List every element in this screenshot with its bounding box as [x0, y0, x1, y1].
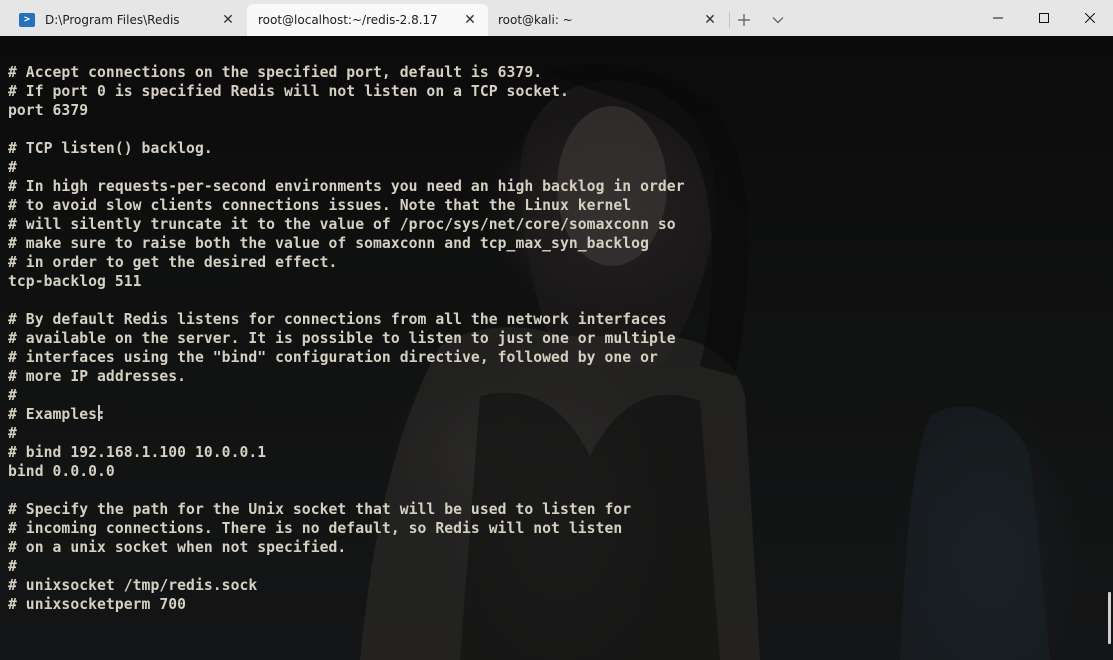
terminal-line: # incoming connections. There is no defa…	[8, 520, 623, 537]
close-tab-icon[interactable]: ✕	[702, 12, 718, 28]
close-tab-icon[interactable]: ✕	[220, 12, 236, 28]
plus-icon	[738, 14, 750, 26]
tab-kali[interactable]: root@kali: ~ ✕	[488, 4, 728, 36]
chevron-down-icon	[772, 17, 784, 24]
tab-dropdown-button[interactable]	[764, 8, 792, 32]
terminal-line: # unixsocketperm 700	[8, 596, 187, 613]
close-tab-icon[interactable]: ✕	[462, 12, 478, 28]
terminal-line: # Accept connections on the specified po…	[8, 64, 543, 81]
terminal-line: # bind 192.168.1.100 10.0.0.1	[8, 444, 267, 461]
terminal-line: #	[8, 558, 17, 575]
terminal-line: # By default Redis listens for connectio…	[8, 311, 667, 328]
close-icon	[1085, 13, 1095, 23]
terminal-line: # unixsocket /tmp/redis.sock	[8, 577, 258, 594]
terminal-line: # will silently truncate it to the value…	[8, 216, 676, 233]
tab-label: root@localhost:~/redis-2.8.17	[258, 13, 438, 27]
tab-powershell-redis[interactable]: > D:\Program Files\Redis ✕	[0, 4, 246, 36]
terminal-line: #	[8, 425, 17, 442]
terminal-line: port 6379	[8, 102, 89, 119]
terminal-output: # Accept connections on the specified po…	[8, 63, 685, 614]
close-window-button[interactable]	[1067, 0, 1113, 36]
maximize-button[interactable]	[1021, 0, 1067, 36]
new-tab-button[interactable]	[730, 8, 758, 32]
terminal-line: bind 0.0.0.0	[8, 463, 115, 480]
tab-label: root@kali: ~	[498, 13, 573, 27]
scrollbar[interactable]	[1108, 592, 1111, 644]
minimize-button[interactable]	[975, 0, 1021, 36]
terminal-line: # to avoid slow clients connections issu…	[8, 197, 632, 214]
text-cursor	[98, 405, 100, 421]
tab-label: D:\Program Files\Redis	[45, 13, 180, 27]
tab-bar: > D:\Program Files\Redis ✕ root@localhos…	[0, 0, 1113, 36]
terminal-line: # in order to get the desired effect.	[8, 254, 338, 271]
terminal-line: # Examples:	[8, 406, 106, 423]
terminal-pane[interactable]: # Accept connections on the specified po…	[0, 36, 1113, 660]
terminal-line: # more IP addresses.	[8, 368, 187, 385]
terminal-line: tcp-backlog 511	[8, 273, 142, 290]
terminal-line: # available on the server. It is possibl…	[8, 330, 676, 347]
terminal-line: #	[8, 387, 17, 404]
terminal-line: # interfaces using the "bind" configurat…	[8, 349, 658, 366]
powershell-icon: >	[19, 13, 35, 27]
terminal-line: # TCP listen() backlog.	[8, 140, 213, 157]
terminal-line: # In high requests-per-second environmen…	[8, 178, 685, 195]
minimize-icon	[993, 17, 1003, 19]
terminal-line: # on a unix socket when not specified.	[8, 539, 347, 556]
maximize-icon	[1039, 13, 1049, 23]
terminal-line: # If port 0 is specified Redis will not …	[8, 83, 569, 100]
terminal-line: #	[8, 159, 17, 176]
tab-localhost-redis[interactable]: root@localhost:~/redis-2.8.17 ✕	[247, 4, 488, 36]
terminal-line: # make sure to raise both the value of s…	[8, 235, 649, 252]
terminal-line: # Specify the path for the Unix socket t…	[8, 501, 632, 518]
